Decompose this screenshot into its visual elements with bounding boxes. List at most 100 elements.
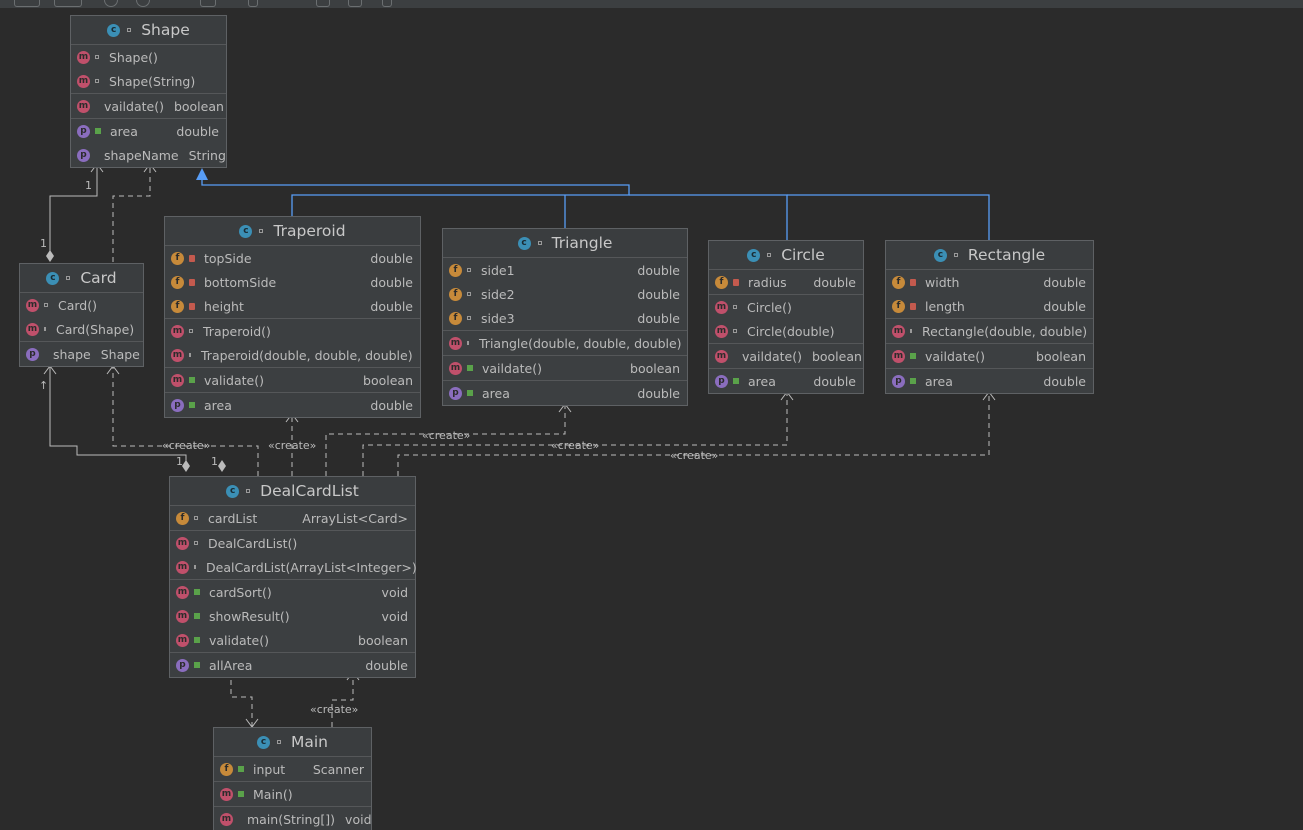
member-row[interactable]: m vaildate() boolean (443, 356, 687, 380)
member-row[interactable]: m Shape() (71, 45, 226, 69)
member-row[interactable]: m Rectangle(double, double) (886, 319, 1093, 343)
member-row[interactable]: p allArea double (170, 653, 415, 677)
member-row[interactable]: p area double (886, 369, 1093, 393)
method-icon: m (171, 373, 184, 387)
member-row[interactable]: m Card(Shape) (20, 317, 143, 341)
member-section: f cardList ArrayList<Card> (170, 506, 415, 531)
member-row[interactable]: m Circle(double) (709, 319, 863, 343)
member-row[interactable]: m Card() (20, 293, 143, 317)
package-visibility-icon (537, 240, 542, 245)
member-row[interactable]: m vaildate() boolean (709, 344, 863, 368)
field-icon: f (449, 287, 462, 301)
class-traperoid[interactable]: c Traperoid f topSide double f bottomSide doubl… (164, 216, 421, 418)
dealcardlist-main-dependency (230, 671, 253, 727)
method-icon: m (176, 560, 189, 574)
member-row[interactable]: p area double (443, 381, 687, 405)
member-row[interactable]: m main(String[]) void (214, 807, 372, 830)
member-row[interactable]: m Triangle(double, double, double) (443, 331, 687, 355)
member-section: m Shape() m Shape(String) (71, 45, 226, 94)
member-name: Rectangle(double, double) (922, 323, 1088, 339)
zoom-in-button[interactable] (104, 0, 118, 7)
main-create-dealcardlist (331, 672, 354, 727)
class-main[interactable]: c Main f input Scanner m Main() m main(String[])… (213, 727, 372, 830)
member-row[interactable]: m vaildate() boolean (886, 344, 1093, 368)
member-row[interactable]: p area double (71, 119, 226, 143)
package-visibility-icon (194, 564, 196, 569)
package-visibility-icon (189, 352, 191, 357)
class-shape[interactable]: c Shape m Shape() m Shape(String) m vaildate() b… (70, 15, 227, 168)
class-triangle[interactable]: c Triangle f side1 double f side2 double f side3 d… (442, 228, 688, 406)
member-name: area (482, 385, 510, 401)
member-row[interactable]: p area double (165, 393, 420, 417)
member-row[interactable]: f length double (886, 294, 1093, 318)
class-header[interactable]: c Main (214, 728, 371, 757)
member-section: f topSide double f bottomSide double f height do… (165, 246, 420, 319)
class-header[interactable]: c Card (20, 264, 143, 293)
class-header[interactable]: c Triangle (443, 229, 687, 258)
diagram-toolbar (0, 0, 1303, 8)
class-header[interactable]: c Rectangle (886, 241, 1093, 270)
member-row[interactable]: m showResult() void (170, 604, 415, 628)
member-row[interactable]: m Traperoid() (165, 319, 420, 343)
member-row[interactable]: m vaildate() boolean (71, 94, 226, 118)
public-visibility-icon (194, 661, 200, 668)
member-row[interactable]: f bottomSide double (165, 270, 420, 294)
member-row[interactable]: m Traperoid(double, double, double) (165, 343, 420, 367)
export-button[interactable] (348, 0, 362, 7)
fit-content-button[interactable] (200, 0, 216, 7)
member-type: double (370, 298, 413, 314)
member-type: boolean (173, 98, 224, 114)
member-row[interactable]: m validate() boolean (165, 368, 420, 392)
package-visibility-icon (246, 488, 251, 493)
member-type: double (637, 310, 680, 326)
class-circle[interactable]: c Circle f radius double m Circle() m Circle(dou… (708, 240, 864, 394)
member-type: double (1043, 298, 1086, 314)
member-name: Card() (58, 297, 97, 313)
private-lock-icon (189, 302, 195, 310)
package-visibility-icon (767, 252, 772, 257)
member-row[interactable]: m Circle() (709, 295, 863, 319)
class-header[interactable]: c Traperoid (165, 217, 420, 246)
member-row[interactable]: m Main() (214, 782, 371, 806)
select-tool-button[interactable] (14, 0, 40, 7)
zoom-out-button[interactable] (136, 0, 150, 7)
member-row[interactable]: p shapeName String (71, 143, 226, 167)
package-visibility-icon (467, 340, 469, 345)
member-name: side1 (481, 262, 515, 278)
class-header[interactable]: c Shape (71, 16, 226, 45)
member-row[interactable]: m cardSort() void (170, 580, 415, 604)
package-visibility-icon (276, 739, 281, 744)
member-row[interactable]: f side1 double (443, 258, 687, 282)
member-row[interactable]: p shape Shape (20, 342, 143, 366)
member-row[interactable]: f cardList ArrayList<Card> (170, 506, 415, 530)
package-visibility-icon (194, 515, 198, 520)
class-rectangle[interactable]: c Rectangle f width double f length double m Rect… (885, 240, 1094, 394)
member-row[interactable]: m DealCardList(ArrayList<Integer>) (170, 555, 417, 579)
class-header[interactable]: c Circle (709, 241, 863, 270)
member-row[interactable]: m validate() boolean (170, 628, 415, 652)
member-row[interactable]: m DealCardList() (170, 531, 415, 555)
class-dealcardlist[interactable]: c DealCardList f cardList ArrayList<Card> m De… (169, 476, 417, 678)
settings-button[interactable] (382, 0, 392, 7)
member-type: Scanner (312, 761, 364, 777)
layout-button[interactable] (248, 0, 258, 7)
member-name: vaildate() (742, 348, 802, 364)
member-name: vaildate() (104, 98, 164, 114)
package-visibility-icon (194, 540, 198, 545)
grid-button[interactable] (316, 0, 330, 7)
member-row[interactable]: f side3 double (443, 306, 687, 330)
member-row[interactable]: f topSide double (165, 246, 420, 270)
member-row[interactable]: f input Scanner (214, 757, 371, 781)
member-name: Shape() (109, 49, 158, 65)
class-header[interactable]: c DealCardList (170, 477, 415, 506)
member-row[interactable]: f width double (886, 270, 1093, 294)
member-row[interactable]: p area double (709, 369, 863, 393)
create-label: «create» (551, 439, 599, 452)
refresh-button[interactable] (54, 0, 82, 7)
member-row[interactable]: f height double (165, 294, 420, 318)
member-row[interactable]: f side2 double (443, 282, 687, 306)
member-row[interactable]: f radius double (709, 270, 863, 294)
member-section: m Card() m Card(Shape) (20, 293, 143, 342)
member-row[interactable]: m Shape(String) (71, 69, 226, 93)
class-card[interactable]: c Card m Card() m Card(Shape) p shape Shape (19, 263, 144, 367)
